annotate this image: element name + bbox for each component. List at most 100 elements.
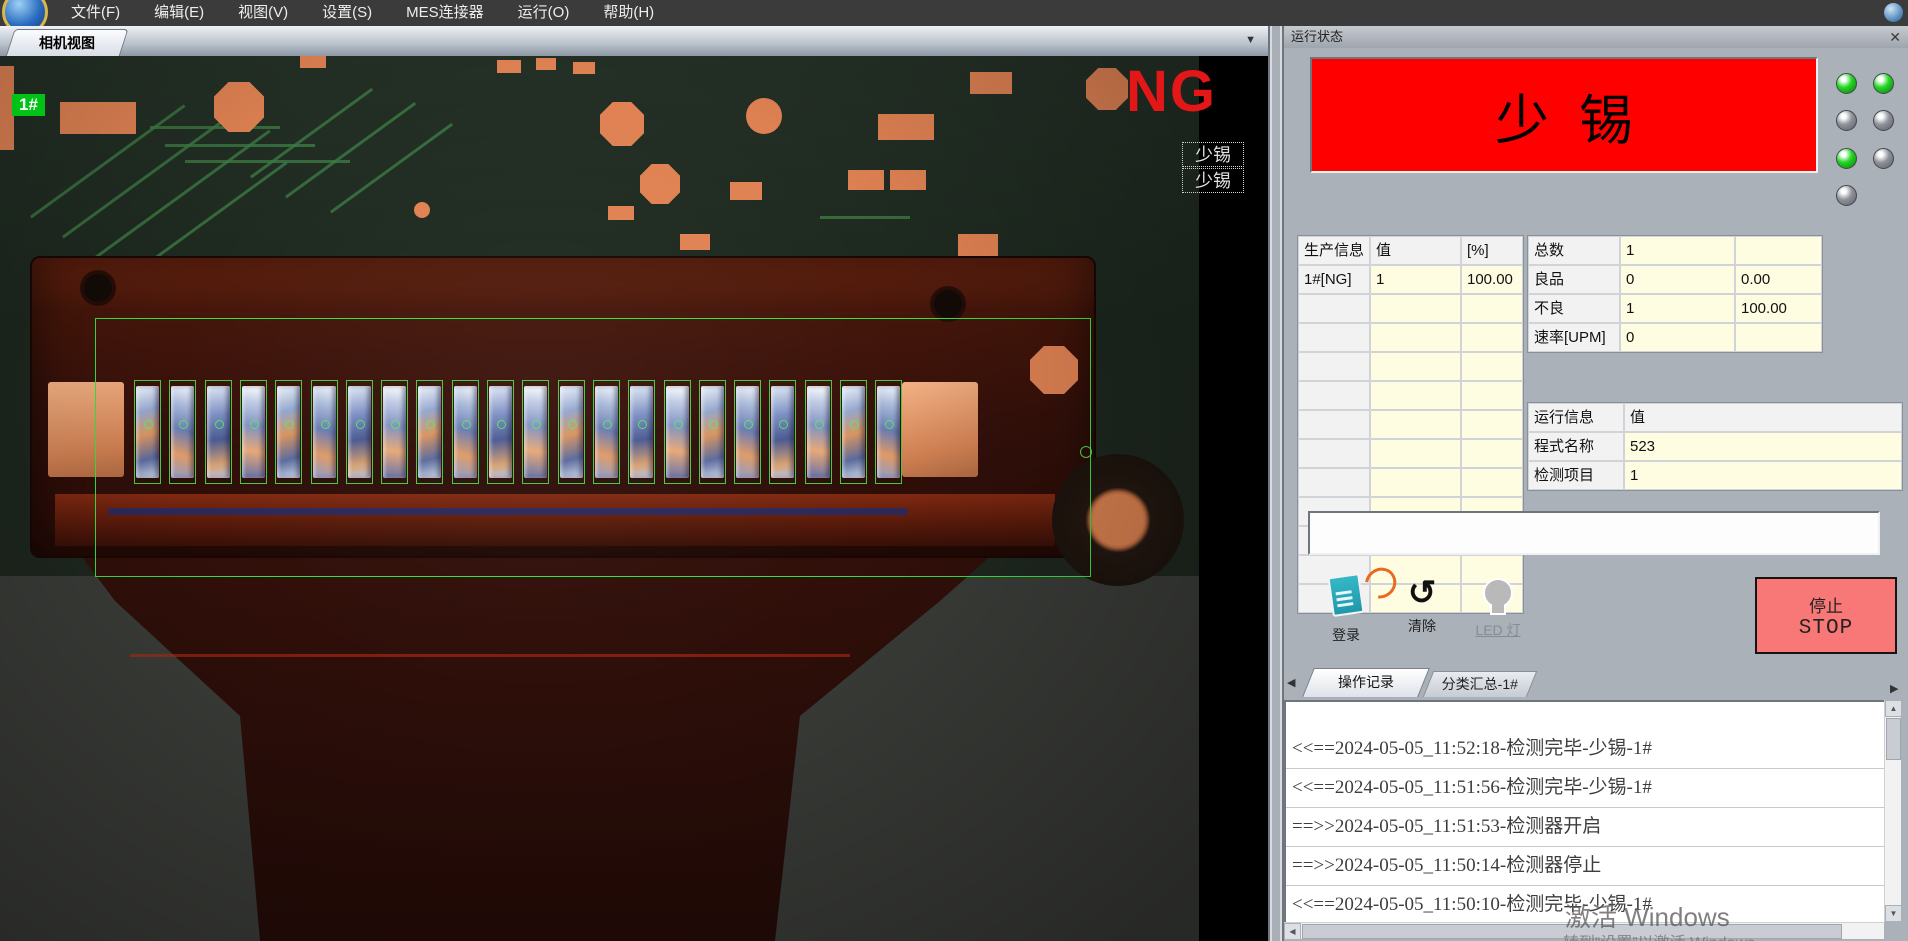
summary-row-value: 0 — [1621, 266, 1734, 293]
runinfo-header-cell: 值 — [1625, 404, 1901, 431]
summary-row-label: 总数 — [1529, 237, 1619, 264]
pcb-pad — [1086, 68, 1128, 110]
pcb-trace — [185, 160, 350, 163]
production-row-percent: 100.00 — [1462, 266, 1522, 293]
message-box — [1308, 511, 1880, 555]
panel-splitter[interactable] — [1268, 26, 1284, 941]
menu-item-edit[interactable]: 编辑(E) — [137, 0, 221, 26]
production-empty-label — [1299, 295, 1369, 322]
clear-button-label: 清除 — [1384, 616, 1460, 636]
runinfo-row-label: 检测项目 — [1529, 462, 1623, 489]
roi-marker — [1080, 446, 1092, 458]
result-ng-label: NG — [1126, 58, 1217, 125]
clear-button[interactable]: ↺ 清除 — [1384, 575, 1460, 651]
production-empty-value — [1371, 382, 1460, 409]
production-empty-percent — [1462, 324, 1522, 351]
summary-row-percent: 100.00 — [1736, 295, 1821, 322]
production-row-label: 1#[NG] — [1299, 266, 1369, 293]
production-empty-percent — [1462, 440, 1522, 467]
log-entry[interactable]: <<==2024-05-05_11:51:56-检测完毕-少锡-1# — [1286, 769, 1884, 808]
log-entry[interactable]: ==>>2024-05-05_11:51:53-检测器开启 — [1286, 808, 1884, 847]
defect-banner-text: 少锡 — [1465, 76, 1663, 155]
production-header-cell: 生产信息 — [1299, 237, 1369, 264]
production-empty-label — [1299, 469, 1369, 496]
tab-scroll-right-icon[interactable]: ▶ — [1890, 682, 1898, 695]
run-info-table: 运行信息值程式名称523检测项目1 — [1527, 402, 1903, 491]
production-empty-value — [1371, 469, 1460, 496]
stop-button-label-cn: 停止 — [1757, 592, 1895, 617]
log-entry[interactable]: ==>>2024-05-05_11:50:14-检测器停止 — [1286, 847, 1884, 886]
bulb-base-icon — [1490, 605, 1506, 615]
tab-category-summary[interactable]: 分类汇总-1# — [1423, 671, 1538, 697]
status-tray-icon[interactable] — [1884, 3, 1903, 22]
app-logo[interactable] — [2, 0, 48, 26]
panel-title: 运行状态 — [1291, 29, 1343, 44]
log-entry[interactable]: <<==2024-05-05_11:52:18-检测完毕-少锡-1# — [1286, 730, 1884, 769]
camera-view[interactable]: 1# NG 少锡少锡 — [0, 56, 1268, 941]
summary-row-percent: 0.00 — [1736, 266, 1821, 293]
production-empty-percent — [1462, 353, 1522, 380]
indicator-light-gray — [1836, 185, 1857, 206]
bulb-icon — [1483, 578, 1513, 608]
pcb-pad — [414, 202, 430, 218]
production-empty-label — [1299, 353, 1369, 380]
scroll-left-icon[interactable]: ◀ — [1284, 923, 1301, 940]
pcb-pad — [890, 170, 926, 190]
menu-item-settings[interactable]: 设置(S) — [305, 0, 389, 26]
indicator-light-green — [1836, 73, 1857, 94]
summary-row-label: 良品 — [1529, 266, 1619, 293]
pcb-pad — [536, 58, 556, 70]
tab-label: 分类汇总-1# — [1429, 672, 1531, 697]
runinfo-header-cell: 运行信息 — [1529, 404, 1623, 431]
production-empty-percent — [1462, 411, 1522, 438]
tab-camera-view[interactable]: 相机视图 — [5, 29, 128, 57]
tab-dropdown-icon[interactable]: ▼ — [1245, 34, 1256, 46]
menu-item-mes-connector[interactable]: MES连接器 — [389, 0, 501, 26]
stop-button-label-en: STOP — [1757, 617, 1895, 640]
stop-button[interactable]: 停止 STOP — [1755, 577, 1897, 654]
indicator-light-green — [1836, 148, 1857, 169]
id-badge-icon — [1327, 573, 1364, 617]
login-button[interactable]: 登录 — [1308, 575, 1384, 651]
production-header-cell: [%] — [1462, 237, 1522, 264]
runinfo-row-value: 523 — [1625, 433, 1901, 460]
production-empty-label — [1299, 411, 1369, 438]
close-icon[interactable]: ✕ — [1889, 26, 1901, 48]
flex-highlight-line — [130, 654, 850, 657]
production-empty-label — [1299, 440, 1369, 467]
runinfo-row-value: 1 — [1625, 462, 1901, 489]
vertical-scroll-thumb[interactable] — [1886, 718, 1901, 760]
production-header-cell: 值 — [1371, 237, 1460, 264]
pcb-pad — [573, 62, 595, 74]
log-vertical-scrollbar[interactable]: ▲ ▼ — [1884, 700, 1901, 922]
pcb-pad — [60, 102, 136, 134]
runinfo-row-label: 程式名称 — [1529, 433, 1623, 460]
tab-scroll-left-icon[interactable]: ◀ — [1287, 676, 1295, 689]
camera-tab-strip: 相机视图 ▼ — [0, 26, 1268, 56]
production-empty-percent — [1462, 295, 1522, 322]
pcb-pad — [746, 98, 782, 134]
defect-tag-overlay: 少锡 — [1182, 142, 1244, 167]
led-light-button[interactable]: LED 灯 — [1460, 575, 1536, 651]
summary-row-value: 1 — [1621, 237, 1734, 264]
tab-operation-log[interactable]: 操作记录 — [1302, 668, 1430, 697]
menu-item-run[interactable]: 运行(O) — [501, 0, 587, 26]
pcb-pad — [958, 234, 998, 256]
scroll-up-icon[interactable]: ▲ — [1885, 700, 1902, 717]
panel-header: 运行状态 ✕ — [1284, 26, 1908, 48]
menu-item-help[interactable]: 帮助(H) — [586, 0, 671, 26]
production-row-value: 1 — [1371, 266, 1460, 293]
menu-bar: 文件(F)编辑(E)视图(V)设置(S)MES连接器运行(O)帮助(H) — [0, 0, 1908, 26]
menu-item-view[interactable]: 视图(V) — [221, 0, 305, 26]
menu-item-file[interactable]: 文件(F) — [54, 0, 137, 26]
scroll-down-icon[interactable]: ▼ — [1885, 905, 1902, 922]
production-empty-value — [1371, 353, 1460, 380]
inspection-roi-box — [95, 318, 1091, 577]
tab-camera-view-label: 相机视图 — [11, 30, 123, 56]
pcb-pad — [730, 182, 762, 200]
production-empty-value — [1371, 324, 1460, 351]
pcb-pad — [497, 60, 521, 73]
pcb-pad — [878, 114, 934, 140]
summary-table: 总数1良品00.00不良1100.00速率[UPM]0 — [1527, 235, 1823, 353]
summary-row-value: 1 — [1621, 295, 1734, 322]
